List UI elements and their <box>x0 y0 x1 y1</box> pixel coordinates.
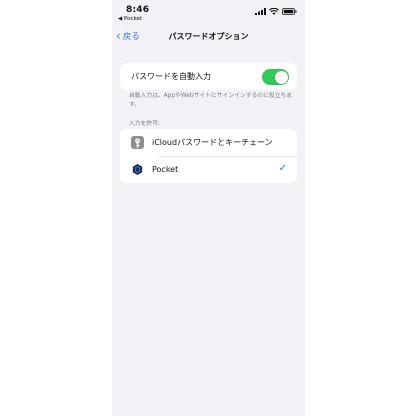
autofill-footnote: 自動入力は、AppやWebサイトにサインインするのに役立ちます。 <box>129 93 293 108</box>
status-back-to-app[interactable]: ◀ Pocket <box>118 16 142 22</box>
list-item-label: iCloudパスワードとキーチェーン <box>152 138 273 147</box>
signal-icon <box>255 8 266 15</box>
page-title: パスワードオプション <box>168 32 249 41</box>
allow-group: iCloudパスワードとキーチェーン Pocket ✓ <box>120 129 297 183</box>
pocket-app-icon <box>131 163 144 176</box>
key-icon <box>131 136 144 149</box>
autofill-group: パスワードを自動入力 <box>120 63 297 90</box>
status-time: 8:46 <box>126 5 150 15</box>
wifi-icon <box>269 8 279 15</box>
navigation-bar: ‹ 戻る パスワードオプション <box>112 26 305 48</box>
status-icons <box>255 8 297 15</box>
list-item-label: Pocket <box>152 165 179 174</box>
list-item-pocket[interactable]: Pocket ✓ <box>120 156 297 183</box>
toggle-knob <box>274 70 288 84</box>
status-bar: 8:46 ◀ Pocket <box>112 0 305 26</box>
battery-icon <box>282 8 297 15</box>
autofill-row: パスワードを自動入力 <box>120 63 297 90</box>
allow-section-header: 入力を許可: <box>129 121 160 127</box>
autofill-toggle[interactable] <box>262 69 289 85</box>
list-item-icloud-keychain[interactable]: iCloudパスワードとキーチェーン <box>120 129 297 156</box>
phone-screen: 8:46 ◀ Pocket ‹ 戻る パスワードオプション パスワードを自動入力… <box>112 0 305 416</box>
checkmark-icon: ✓ <box>278 163 287 174</box>
autofill-label: パスワードを自動入力 <box>131 72 211 81</box>
